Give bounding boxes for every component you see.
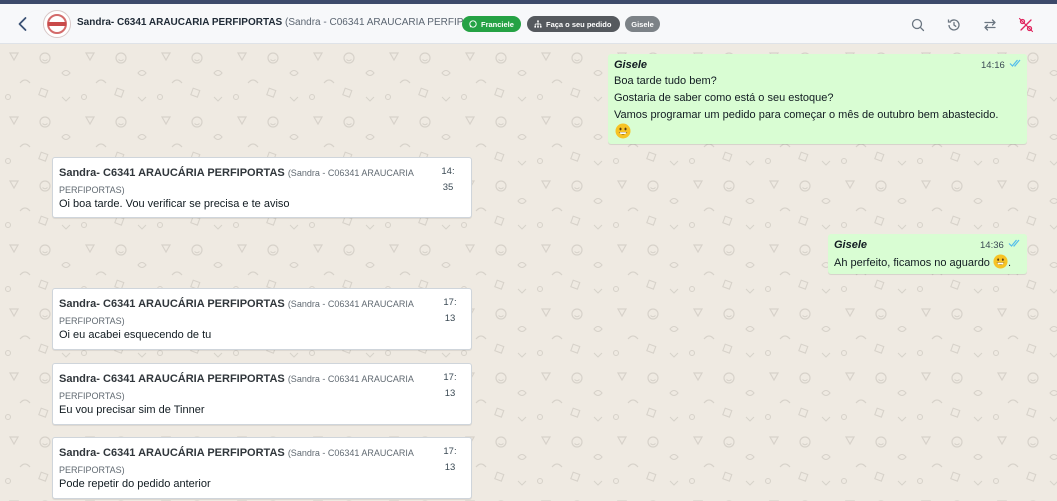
outgoing-message[interactable]: Gisele 14:36 Ah perfeito, ficamos no agu… [828, 234, 1027, 274]
grinning-face-emoji-icon [993, 254, 1008, 269]
back-chevron-icon[interactable] [14, 15, 32, 33]
sender-subtitle: (Sandra - C06341 ARAUCARIA [287, 374, 414, 384]
message-time: 17:13 [443, 446, 457, 473]
message-time: 17:13 [443, 372, 457, 399]
incoming-message[interactable]: Sandra- C6341 ARAUCÁRIA PERFIPORTAS (San… [52, 288, 472, 350]
message-sender: Sandra- C6341 ARAUCÁRIA PERFIPORTAS (San… [59, 296, 414, 313]
double-check-icon [1009, 59, 1021, 67]
message-sender: Gisele [614, 59, 648, 71]
message-time: 14:16 [981, 60, 1005, 71]
message-text-row: Ah perfeito, ficamos no aguardo . [834, 254, 1011, 272]
percent-slash-icon[interactable] [1018, 17, 1034, 33]
message-sender: Sandra- C6341 ARAUCÁRIA PERFIPORTAS (San… [59, 445, 414, 462]
search-icon[interactable] [910, 17, 926, 33]
double-check-icon [1008, 239, 1020, 247]
message-text: Pode repetir do pedido anterior [59, 478, 211, 490]
sender-name: Sandra- C6341 ARAUCÁRIA PERFIPORTAS [59, 298, 285, 310]
message-text: Eu vou precisar sim de Tinner [59, 404, 205, 416]
incoming-message[interactable]: Sandra- C6341 ARAUCÁRIA PERFIPORTAS (San… [52, 437, 472, 499]
order-tag-label: Faça o seu pedido [546, 19, 612, 29]
message-sender: Sandra- C6341 ARAUCÁRIA PERFIPORTAS (San… [59, 371, 414, 388]
history-icon[interactable] [946, 17, 962, 33]
sender-subtitle: (Sandra - C06341 ARAUCARIA [287, 448, 414, 458]
message-time: 14:35 [441, 166, 455, 193]
contact-name: Sandra- C6341 ARAUCARIA PERFIPORTAS [77, 17, 283, 28]
chat-area[interactable]: Gisele 14:16 Boa tarde tudo bem? Gostari… [0, 45, 1057, 501]
whatsapp-tag-label: Franciele [481, 19, 514, 29]
outgoing-message[interactable]: Gisele 14:16 Boa tarde tudo bem? Gostari… [608, 54, 1027, 144]
message-sender: Gisele [834, 239, 868, 251]
order-tag[interactable]: Faça o seu pedido [527, 16, 620, 32]
message-text: Oi boa tarde. Vou verificar se precisa e… [59, 198, 290, 210]
whatsapp-icon [469, 20, 477, 28]
contact-avatar[interactable] [43, 10, 71, 38]
sender-name: Sandra- C6341 ARAUCÁRIA PERFIPORTAS [59, 447, 285, 459]
whatsapp-channel-tag[interactable]: Franciele [462, 16, 521, 32]
swap-arrows-icon[interactable] [982, 17, 998, 33]
message-suffix: . [1008, 257, 1012, 269]
sender-name: Sandra- C6341 ARAUCÁRIA PERFIPORTAS [59, 167, 285, 179]
sender-subtitle: (Sandra - C06341 ARAUCARIA [287, 299, 414, 309]
incoming-message[interactable]: Sandra- C6341 ARAUCÁRIA PERFIPORTAS (San… [52, 363, 472, 425]
sender-name: Sandra- C6341 ARAUCÁRIA PERFIPORTAS [59, 373, 285, 385]
message-time: 17:13 [443, 297, 457, 324]
incoming-message[interactable]: Sandra- C6341 ARAUCÁRIA PERFIPORTAS (San… [52, 157, 472, 218]
contact-title: Sandra- C6341 ARAUCARIA PERFIPORTAS (San… [77, 17, 500, 28]
sitemap-icon [534, 20, 542, 28]
message-text: Oi eu acabei esquecendo de tu [59, 329, 212, 341]
message-sender: Sandra- C6341 ARAUCÁRIA PERFIPORTAS (San… [59, 165, 414, 182]
message-line: Gostaria de saber como está o seu estoqu… [614, 92, 834, 104]
message-line: Vamos programar um pedido para começar o… [614, 109, 999, 121]
message-time: 14:36 [980, 240, 1004, 251]
grinning-face-emoji-icon [615, 123, 631, 139]
agent-tag[interactable]: Gisele [625, 16, 660, 32]
agent-tag-label: Gisele [631, 19, 654, 29]
chat-header: Sandra- C6341 ARAUCARIA PERFIPORTAS (San… [0, 4, 1057, 44]
message-text: Ah perfeito, ficamos no aguardo [834, 257, 990, 269]
message-line: Boa tarde tudo bem? [614, 75, 717, 87]
sender-subtitle: (Sandra - C06341 ARAUCARIA [287, 168, 414, 178]
